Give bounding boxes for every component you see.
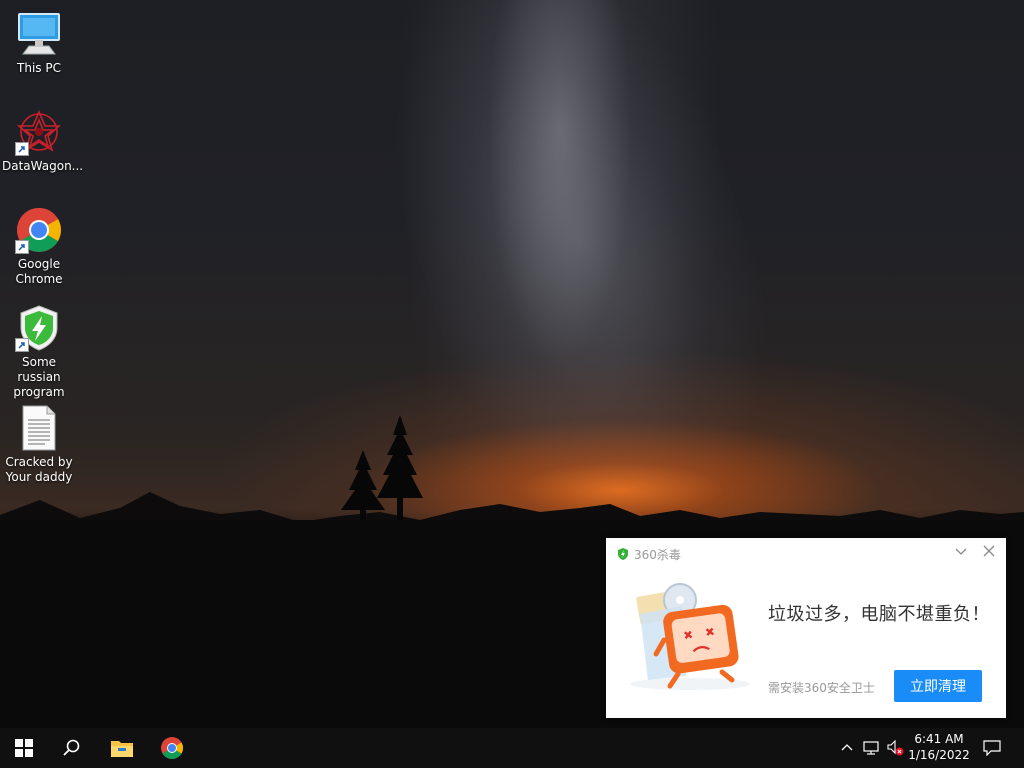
clean-now-button[interactable]: 立即清理 [894,670,982,702]
network-icon [863,741,879,755]
desktop-icon-datawagon[interactable]: DataWagon... [0,108,84,174]
search-icon [63,739,80,756]
file-explorer-icon [111,741,133,757]
shortcut-arrow-icon [15,240,29,254]
taskbar: 6:41 AM 1/16/2022 [0,728,1024,768]
start-button[interactable] [0,728,48,768]
chrome-icon [161,737,183,759]
shortcut-arrow-icon [15,338,29,352]
taskbar-google-chrome[interactable] [148,728,196,768]
popup-app-name: 360杀毒 [634,547,681,562]
tired-computer-illustration [630,583,750,690]
pine-trees [341,415,423,528]
desktop-icon-label: Some russian program [13,355,65,399]
text-document-icon [22,405,56,451]
search-button[interactable] [48,728,96,768]
shortcut-arrow-icon [15,142,29,156]
volume-control[interactable] [884,728,906,768]
action-center-button[interactable] [980,728,1004,768]
popup-header: 360杀毒 [616,546,681,562]
desktop-icon-some-russian-program[interactable]: Some russian program [0,304,78,400]
network-status[interactable] [860,728,882,768]
clock-time: 6:41 AM [914,732,964,746]
windows-start-icon [15,739,33,757]
desktop-icon-label: Cracked by Your daddy [5,455,73,484]
chevron-up-icon [841,744,853,751]
popup-install-note: 需安装360安全卫士 [768,681,875,695]
desktop-icon-label: DataWagon... [2,159,84,173]
desktop-icon-cracked-by-your-daddy[interactable]: Cracked by Your daddy [0,404,78,485]
this-pc-icon [18,13,60,55]
chevron-down-icon[interactable] [952,544,970,562]
desktop: This PC DataWagon... Google Chrome Some … [0,0,1024,728]
notification-icon [983,740,1001,756]
show-hidden-icons-button[interactable] [838,728,856,768]
desktop-icon-this-pc[interactable]: This PC [0,10,78,76]
clock-date: 1/16/2022 [908,748,970,762]
360-shield-icon [618,548,628,560]
volume-muted-icon [887,740,904,756]
taskbar-file-explorer[interactable] [98,728,146,768]
close-icon[interactable] [980,544,998,562]
desktop-icon-google-chrome[interactable]: Google Chrome [0,206,78,287]
popup-message: 垃圾过多，电脑不堪重负！ [768,604,990,625]
notification-popup[interactable]: 360杀毒 垃圾过多，电脑不堪重负！ 需安装360安全卫士 立即清理 [606,538,1006,718]
desktop-icon-label: Google Chrome [15,257,63,286]
clock[interactable]: 6:41 AM 1/16/2022 [906,731,972,763]
desktop-icon-label: This PC [17,61,61,75]
